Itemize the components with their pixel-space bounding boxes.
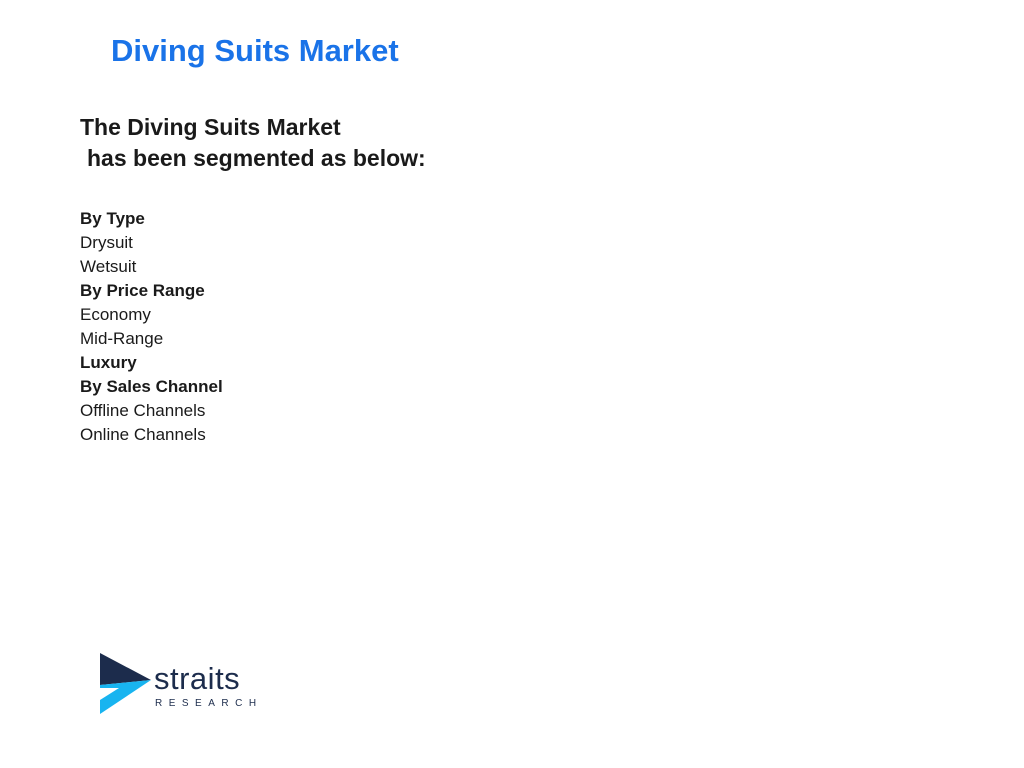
logo-navy-chevron bbox=[100, 653, 151, 685]
page-title: Diving Suits Market bbox=[111, 33, 399, 68]
segment-item: Online Channels bbox=[80, 425, 206, 444]
segmentation-heading: The Diving Suits Market has been segment… bbox=[80, 112, 426, 174]
segment-item: By Type bbox=[80, 209, 145, 228]
segment-item: Offline Channels bbox=[80, 401, 206, 420]
segment-item: Mid-Range bbox=[80, 329, 164, 348]
segment-item: Drysuit bbox=[80, 233, 133, 252]
segmentation-heading-line-2: has been segmented as below: bbox=[87, 145, 426, 171]
logo-wordmark: straits bbox=[154, 661, 241, 696]
straits-research-logo: straits RESEARCH bbox=[99, 652, 269, 716]
logo-cyan-chevron bbox=[100, 680, 151, 714]
segment-list: By Type Drysuit Wetsuit By Price Range E… bbox=[80, 207, 223, 447]
logo-subtext: RESEARCH bbox=[155, 698, 263, 709]
segment-item: Wetsuit bbox=[80, 257, 137, 276]
straits-chevron-logo-icon bbox=[100, 653, 151, 714]
segmentation-heading-line-1: The Diving Suits Market bbox=[80, 114, 341, 140]
segment-item: By Sales Channel bbox=[80, 377, 223, 396]
segment-item: Luxury bbox=[80, 353, 137, 372]
segment-item: By Price Range bbox=[80, 281, 205, 300]
segment-item: Economy bbox=[80, 305, 151, 324]
